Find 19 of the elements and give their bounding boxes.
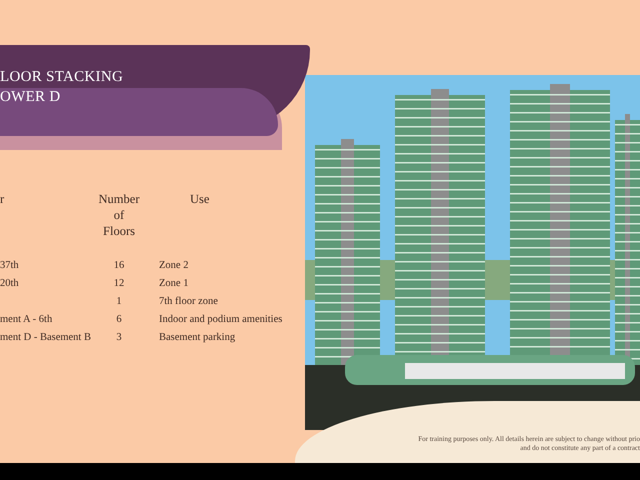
table-cell-text: 7th floor zone xyxy=(158,295,219,309)
table-cell-text: ment D - Basement B xyxy=(0,331,92,345)
table-cell-text: Basement parking xyxy=(158,331,236,345)
table-cell-text: 3 xyxy=(115,331,123,345)
table-cell-text: ment A - 6th xyxy=(0,313,54,327)
slide-title: LOOR STACKING xyxy=(0,68,124,87)
column-header: Use xyxy=(189,191,210,208)
table-cell-text: 16 xyxy=(112,259,126,273)
table-cell-text: 37th xyxy=(0,259,20,273)
table-cell-text: 6 xyxy=(115,313,123,327)
column-header: r xyxy=(0,191,6,208)
table-cell-text: 12 xyxy=(112,277,126,291)
table-cell-text: Zone 2 xyxy=(158,259,190,273)
table-cell-text: 20th xyxy=(0,277,20,291)
table-cell-text: 1 xyxy=(115,295,123,309)
slide-title: OWER D xyxy=(0,88,62,107)
column-header: Number of Floors xyxy=(98,191,140,239)
table-cell-text: Zone 1 xyxy=(158,277,190,291)
table-cell-text: Indoor and podium amenities xyxy=(158,313,284,327)
